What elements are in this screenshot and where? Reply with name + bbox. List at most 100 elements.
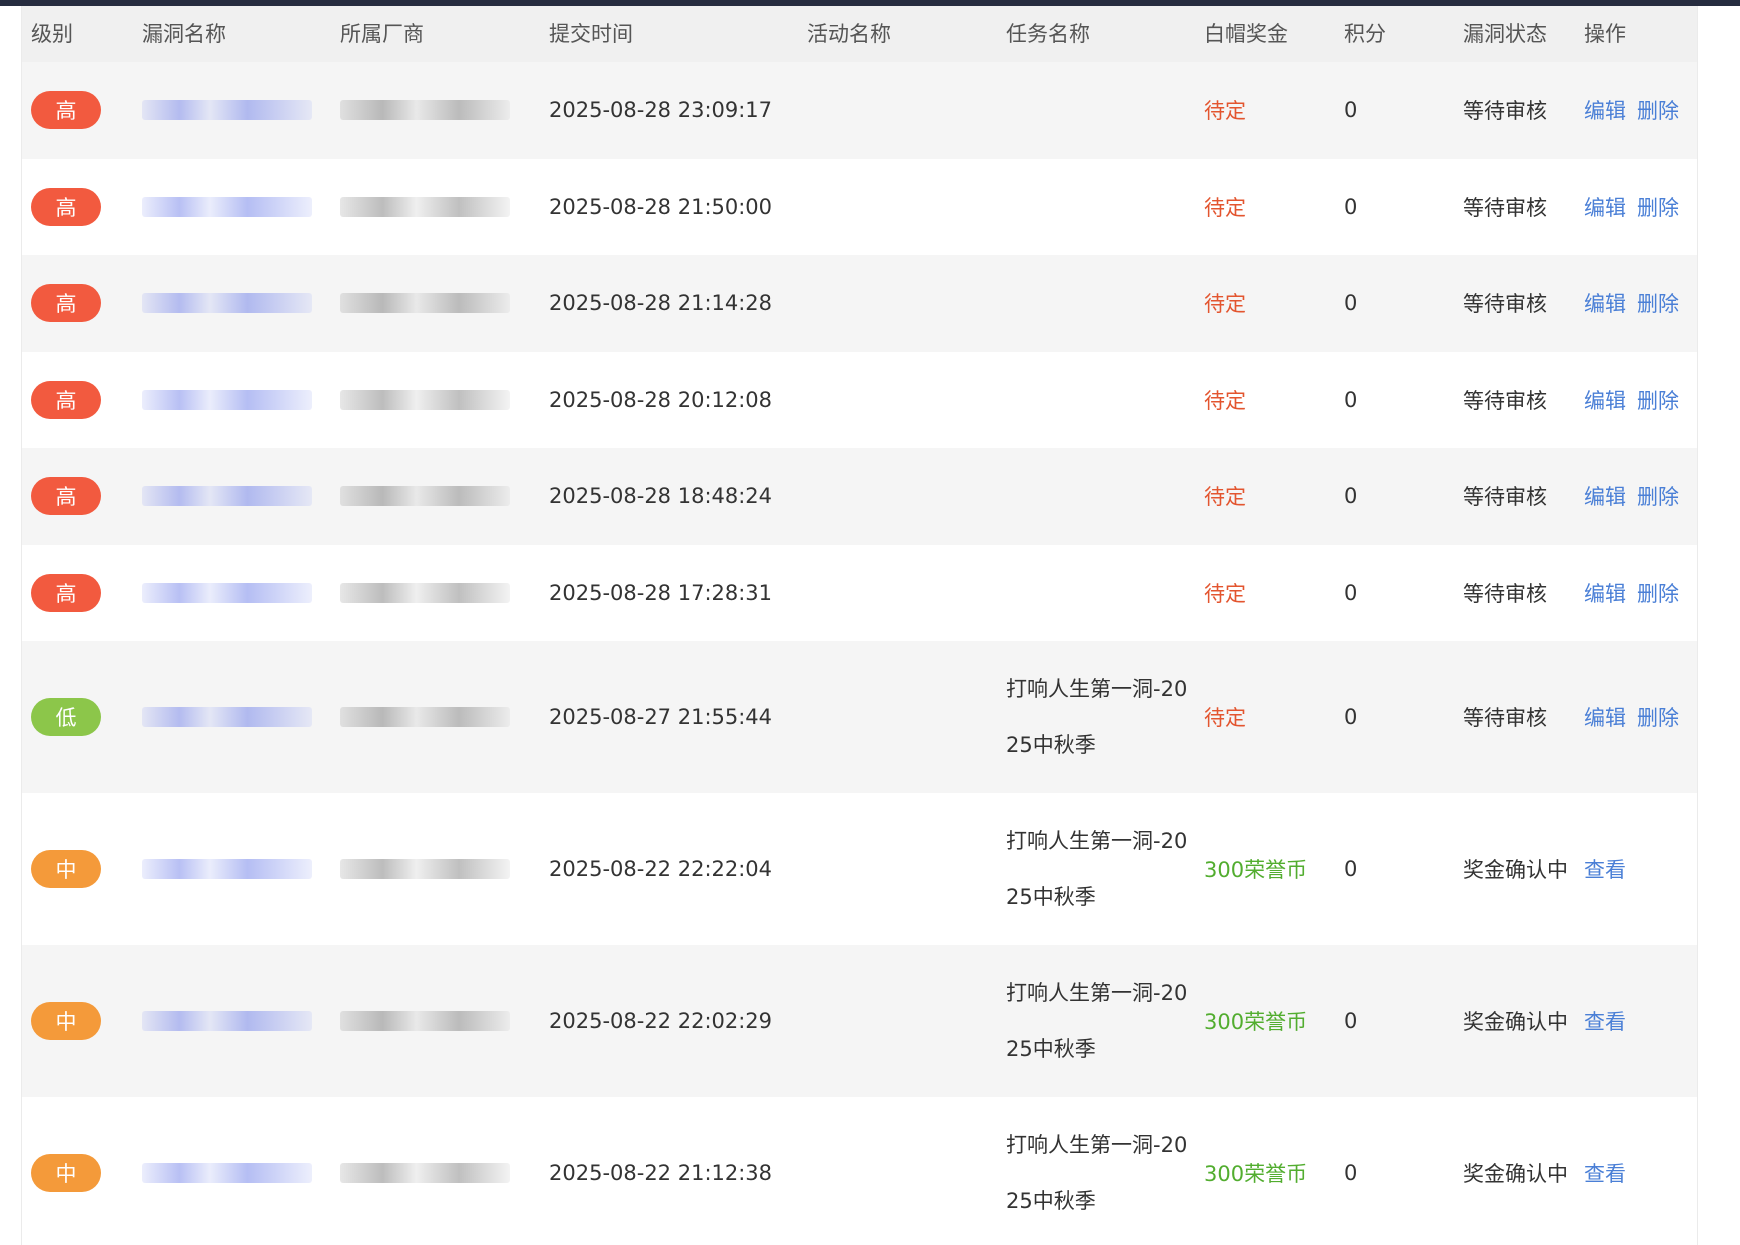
submit-time: 2025-08-28 21:14:28 [549, 291, 773, 316]
redacted-vendor-name [340, 293, 510, 314]
edit-button[interactable]: 编辑 [1584, 95, 1626, 125]
task-name-line2: 25中秋季 [1006, 885, 1096, 909]
column-header-task: 任务名称 [1006, 22, 1090, 46]
view-button[interactable]: 查看 [1584, 854, 1626, 884]
bounty-amount: 待定 [1204, 581, 1246, 606]
redacted-vuln-name[interactable] [142, 293, 312, 314]
vuln-status: 等待审核 [1463, 485, 1547, 510]
activity-name [807, 545, 1002, 642]
submit-time: 2025-08-28 20:12:08 [549, 387, 773, 412]
redacted-vuln-name[interactable] [142, 1011, 312, 1031]
activity-name [807, 793, 1002, 945]
delete-button[interactable]: 删除 [1637, 192, 1679, 222]
column-header-bounty: 白帽奖金 [1204, 22, 1288, 46]
delete-button[interactable]: 删除 [1637, 288, 1679, 318]
points-value: 0 [1344, 857, 1358, 881]
bounty-amount: 300荣誉币 [1204, 858, 1308, 882]
points-value: 0 [1344, 98, 1358, 123]
edit-button[interactable]: 编辑 [1584, 385, 1626, 415]
task-name-line2: 25中秋季 [1006, 1189, 1096, 1213]
vuln-status: 等待审核 [1463, 195, 1547, 220]
vuln-name-link[interactable] [142, 159, 337, 256]
table-row: 中 2025-08-22 22:22:04 打响人生第一洞-20 25中秋季 300荣誉… [22, 793, 1697, 945]
vuln-name-link[interactable] [142, 545, 337, 642]
vendor-cell [340, 62, 535, 159]
vendor-cell [340, 159, 535, 256]
vuln-name-link[interactable] [142, 352, 337, 449]
column-header-name: 漏洞名称 [142, 22, 226, 46]
redacted-vuln-name[interactable] [142, 582, 312, 603]
redacted-vuln-name[interactable] [142, 100, 312, 121]
redacted-vuln-name[interactable] [142, 707, 312, 727]
bounty-amount: 待定 [1204, 99, 1246, 124]
actions-cell: 编辑 删除 [1584, 352, 1696, 449]
bounty-amount: 待定 [1204, 485, 1246, 510]
actions-cell: 查看 [1584, 793, 1696, 945]
vuln-name-link[interactable] [142, 255, 337, 352]
edit-button[interactable]: 编辑 [1584, 288, 1626, 318]
vuln-status: 奖金确认中 [1463, 858, 1568, 882]
table-row: 高 2025-08-28 23:09:17 待定 0 等待审核 编辑 删除 [22, 62, 1697, 159]
activity-name [807, 62, 1002, 159]
table-body: 高 2025-08-28 23:09:17 待定 0 等待审核 编辑 删除高 2025-08-… [22, 62, 1697, 1245]
redacted-vendor-name [340, 1163, 510, 1183]
vendor-cell [340, 1097, 535, 1245]
vuln-name-link[interactable] [142, 641, 337, 793]
submit-time: 2025-08-28 23:09:17 [549, 98, 773, 123]
activity-name [807, 352, 1002, 449]
level-badge: 高 [31, 187, 101, 226]
vuln-name-link[interactable] [142, 62, 337, 159]
task-name-line1: 打响人生第一洞-20 [1006, 677, 1188, 701]
submit-time: 2025-08-28 17:28:31 [549, 580, 773, 605]
column-header-time: 提交时间 [549, 22, 633, 46]
task-name-line1: 打响人生第一洞-20 [1006, 1133, 1188, 1157]
column-header-points: 积分 [1344, 22, 1386, 46]
vuln-status: 等待审核 [1463, 99, 1547, 124]
delete-button[interactable]: 删除 [1637, 385, 1679, 415]
points-value: 0 [1344, 484, 1358, 509]
bounty-amount: 300荣誉币 [1204, 1162, 1308, 1186]
vuln-name-link[interactable] [142, 793, 337, 945]
level-badge: 高 [31, 573, 101, 612]
delete-button[interactable]: 删除 [1637, 95, 1679, 125]
points-value: 0 [1344, 705, 1358, 729]
points-value: 0 [1344, 1009, 1358, 1033]
redacted-vuln-name[interactable] [142, 1163, 312, 1183]
edit-button[interactable]: 编辑 [1584, 578, 1626, 608]
vuln-status: 等待审核 [1463, 388, 1547, 413]
vuln-name-link[interactable] [142, 448, 337, 545]
redacted-vuln-name[interactable] [142, 486, 312, 507]
task-name: 打响人生第一洞-20 25中秋季 [1006, 661, 1187, 773]
vendor-cell [340, 352, 535, 449]
delete-button[interactable]: 删除 [1637, 481, 1679, 511]
vuln-name-link[interactable] [142, 1097, 337, 1245]
redacted-vendor-name [340, 707, 510, 727]
level-badge: 中 [31, 850, 101, 888]
task-name: 打响人生第一洞-20 25中秋季 [1006, 965, 1187, 1077]
submit-time: 2025-08-22 22:02:29 [549, 1009, 773, 1033]
delete-button[interactable]: 删除 [1637, 578, 1679, 608]
redacted-vuln-name[interactable] [142, 196, 312, 217]
redacted-vuln-name[interactable] [142, 389, 312, 410]
task-name-line2: 25中秋季 [1006, 733, 1096, 757]
activity-name [807, 945, 1002, 1097]
vuln-status: 等待审核 [1463, 581, 1547, 606]
vuln-status: 奖金确认中 [1463, 1010, 1568, 1034]
actions-cell: 编辑 删除 [1584, 159, 1696, 256]
view-button[interactable]: 查看 [1584, 1158, 1626, 1188]
edit-button[interactable]: 编辑 [1584, 192, 1626, 222]
view-button[interactable]: 查看 [1584, 1006, 1626, 1036]
redacted-vuln-name[interactable] [142, 859, 312, 879]
column-header-level: 级别 [31, 22, 73, 46]
submit-time: 2025-08-22 21:12:38 [549, 1161, 773, 1185]
edit-button[interactable]: 编辑 [1584, 481, 1626, 511]
redacted-vendor-name [340, 100, 510, 121]
points-value: 0 [1344, 580, 1358, 605]
vuln-name-link[interactable] [142, 945, 337, 1097]
column-header-vendor: 所属厂商 [340, 22, 424, 46]
delete-button[interactable]: 删除 [1637, 702, 1679, 732]
redacted-vendor-name [340, 1011, 510, 1031]
actions-cell: 编辑 删除 [1584, 545, 1696, 642]
edit-button[interactable]: 编辑 [1584, 702, 1626, 732]
vendor-cell [340, 545, 535, 642]
